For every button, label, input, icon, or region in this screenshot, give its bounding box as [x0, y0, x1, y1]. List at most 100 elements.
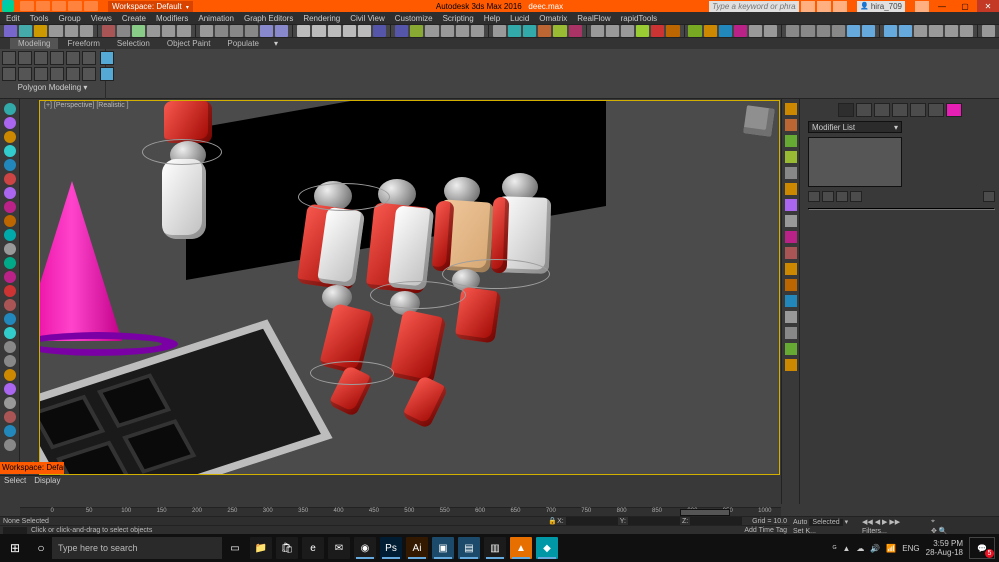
right-strip-icon[interactable] [785, 231, 797, 243]
ribbon-tab-freeform[interactable]: Freeform [59, 38, 107, 49]
left-strip-icon[interactable] [4, 397, 16, 409]
toolbar-icon[interactable] [132, 25, 145, 37]
toolbar-icon[interactable] [441, 25, 454, 37]
right-strip-icon[interactable] [785, 183, 797, 195]
menu-modifiers[interactable]: Modifiers [156, 14, 188, 23]
right-strip-icon[interactable] [785, 327, 797, 339]
left-strip-icon[interactable] [4, 187, 16, 199]
ribbon-btn[interactable] [2, 51, 16, 65]
panel-tab-create[interactable] [838, 103, 854, 117]
ribbon-btn[interactable] [34, 51, 48, 65]
toolbar-icon[interactable] [395, 25, 408, 37]
right-strip-icon[interactable] [785, 103, 797, 115]
toolbar-icon[interactable] [49, 25, 62, 37]
toolbar-icon[interactable] [553, 25, 566, 37]
modifier-stack[interactable] [808, 137, 902, 187]
taskbar-app-task-view[interactable]: ▭ [224, 537, 246, 559]
right-strip-icon[interactable] [785, 119, 797, 131]
toolbar-icon[interactable] [508, 25, 521, 37]
ribbon-btn[interactable] [34, 67, 48, 81]
chevron-down-icon[interactable]: ▾ [845, 518, 849, 526]
left-strip-icon[interactable] [4, 299, 16, 311]
tray-icon[interactable]: ᴳ [832, 544, 836, 553]
right-strip-icon[interactable] [785, 199, 797, 211]
title-icon-1[interactable] [817, 1, 831, 12]
toolbar-icon[interactable] [373, 25, 386, 37]
toolbar-icon[interactable] [425, 25, 438, 37]
menu-create[interactable]: Create [122, 14, 146, 23]
right-strip-icon[interactable] [785, 135, 797, 147]
viewport[interactable]: [+] [Perspective] [Realistic ] [40, 101, 779, 474]
menu-rapidtools[interactable]: rapidTools [621, 14, 657, 23]
ribbon-btn[interactable] [50, 51, 64, 65]
right-strip-icon[interactable] [785, 311, 797, 323]
viewport-nav-icon[interactable]: ⌖ [931, 518, 935, 526]
right-strip-icon[interactable] [785, 167, 797, 179]
taskbar-app-illust[interactable]: Ai [406, 537, 428, 559]
toolbar-icon[interactable] [456, 25, 469, 37]
menu-graph-editors[interactable]: Graph Editors [244, 14, 293, 23]
toolbar-icon[interactable] [230, 25, 243, 37]
search-dropdown-icon[interactable] [801, 1, 815, 12]
left-strip-icon[interactable] [4, 215, 16, 227]
toolbar-icon[interactable] [80, 25, 93, 37]
right-strip-icon[interactable] [785, 215, 797, 227]
toolbar-icon[interactable] [297, 25, 310, 37]
toolbar-icon[interactable] [200, 25, 213, 37]
ribbon-vbtn[interactable] [100, 67, 114, 81]
tray-icon[interactable]: ☁ [856, 544, 864, 553]
left-strip-icon[interactable] [4, 327, 16, 339]
qat-redo-icon[interactable] [84, 1, 98, 11]
toolbar-icon[interactable] [606, 25, 619, 37]
coord-z[interactable] [690, 517, 742, 525]
ribbon-tab-populate[interactable]: Populate [219, 38, 267, 49]
left-strip-icon[interactable] [4, 271, 16, 283]
ribbon-tab-selection[interactable]: Selection [109, 38, 158, 49]
modifier-list-dropdown[interactable]: Modifier List ▾ [808, 121, 902, 133]
toolbar-icon[interactable] [215, 25, 228, 37]
minimize-button[interactable]: — [931, 0, 953, 12]
ribbon-tab-object-paint[interactable]: Object Paint [159, 38, 219, 49]
make-unique-icon[interactable] [836, 191, 848, 202]
taskbar-app-photoshop[interactable]: Ps [380, 537, 402, 559]
toolbar-icon[interactable] [960, 25, 973, 37]
toolbar-icon[interactable] [102, 25, 115, 37]
toolbar-icon[interactable] [817, 25, 830, 37]
cortana-search-input[interactable]: Type here to search [52, 537, 222, 559]
toolbar-icon[interactable] [621, 25, 634, 37]
taskbar-app-vlc[interactable]: ▲ [510, 537, 532, 559]
left-strip-icon[interactable] [4, 257, 16, 269]
left-strip-icon[interactable] [4, 201, 16, 213]
toolbar-icon[interactable] [764, 25, 777, 37]
menu-group[interactable]: Group [58, 14, 80, 23]
toolbar-icon[interactable] [147, 25, 160, 37]
left-strip-icon[interactable] [4, 173, 16, 185]
toolbar-icon[interactable] [749, 25, 762, 37]
left-strip-icon[interactable] [4, 145, 16, 157]
show-end-result-icon[interactable] [822, 191, 834, 202]
maximize-button[interactable]: ▢ [954, 0, 976, 12]
left-strip-icon[interactable] [4, 131, 16, 143]
panel-tab-hierarchy[interactable] [874, 103, 890, 117]
toolbar-icon[interactable] [19, 25, 32, 37]
ribbon-expand-icon[interactable]: ▾ [268, 39, 284, 48]
qat-save-icon[interactable] [52, 1, 66, 11]
toolbar-icon[interactable] [945, 25, 958, 37]
qat-new-icon[interactable] [20, 1, 34, 11]
ribbon-btn[interactable] [82, 67, 96, 81]
toolbar-icon[interactable] [34, 25, 47, 37]
left-strip-icon[interactable] [4, 313, 16, 325]
tray-icon[interactable]: ▲ [842, 544, 850, 553]
menu-help[interactable]: Help [484, 14, 500, 23]
toolbar-icon[interactable] [312, 25, 325, 37]
cortana-icon[interactable]: ○ [30, 541, 52, 555]
qat-open-icon[interactable] [36, 1, 50, 11]
ribbon-btn[interactable] [66, 67, 80, 81]
panel-tab-modify[interactable] [856, 103, 872, 117]
toolbar-icon[interactable] [704, 25, 717, 37]
menu-lucid[interactable]: Lucid [510, 14, 529, 23]
toolbar-icon[interactable] [688, 25, 701, 37]
right-strip-icon[interactable] [785, 359, 797, 371]
toolbar-icon[interactable] [666, 25, 679, 37]
workspace-selector[interactable]: Workspace: Default ▾ [108, 1, 193, 12]
